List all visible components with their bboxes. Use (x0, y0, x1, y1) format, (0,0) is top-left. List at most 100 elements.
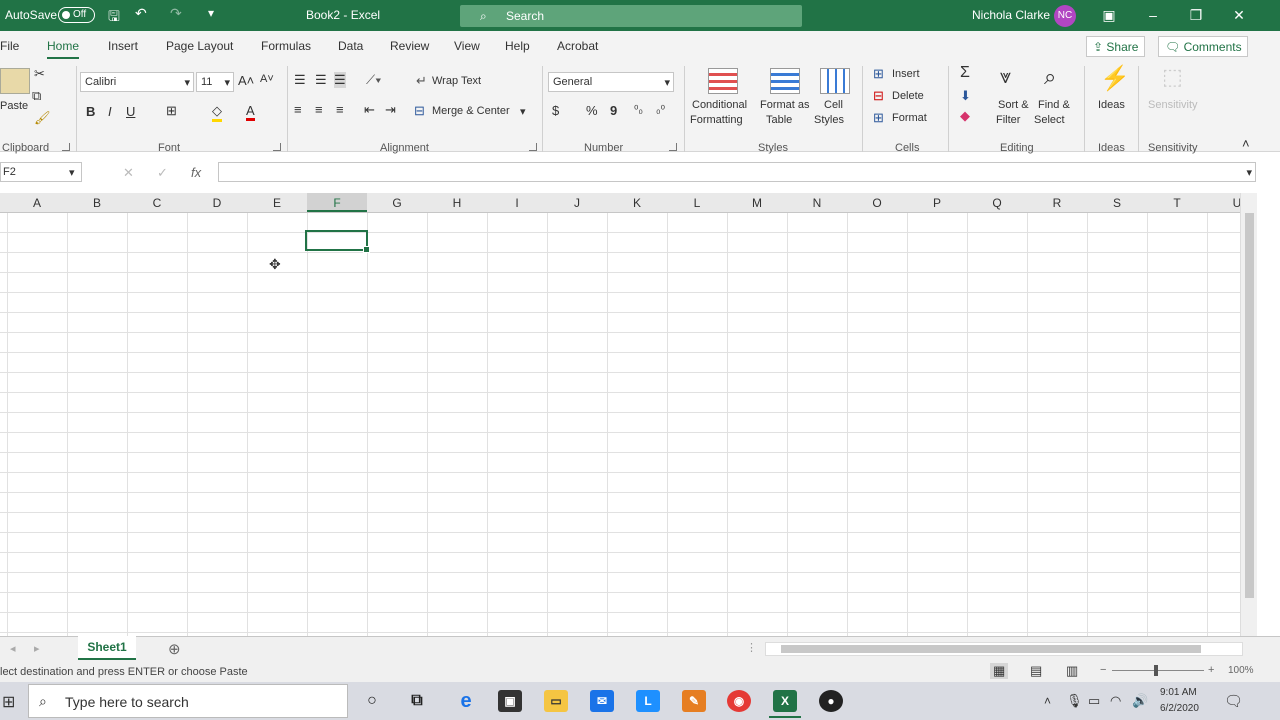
merge-center-button[interactable]: Merge & Center (432, 105, 510, 117)
tab-insert[interactable]: Insert (108, 39, 138, 53)
percent-button[interactable]: % (586, 103, 598, 118)
cell-styles-line2[interactable]: Styles (814, 114, 844, 126)
column-header-f[interactable]: F (307, 193, 367, 212)
page-break-view-icon[interactable]: ▥ (1066, 663, 1078, 679)
expand-formula-icon[interactable]: ▾ (1246, 166, 1252, 179)
column-header-e[interactable]: E (247, 196, 307, 210)
currency-button[interactable]: $ (552, 103, 559, 118)
format-as-table-line2[interactable]: Table (766, 114, 792, 126)
redo-icon[interactable]: ↷ (170, 5, 182, 22)
delete-cells-icon[interactable]: ⊟ (873, 88, 884, 104)
selected-cell[interactable] (305, 230, 370, 253)
tab-view[interactable]: View (454, 39, 480, 53)
battery-icon[interactable]: ▭ (1088, 693, 1100, 709)
column-header-k[interactable]: K (607, 196, 667, 210)
mail-icon[interactable]: ✉ (590, 690, 614, 712)
borders-icon[interactable]: ⊞ (166, 103, 177, 119)
align-bottom-icon[interactable]: ☰ (334, 72, 346, 88)
sort-filter-icon[interactable]: ⩔ (1000, 66, 1011, 89)
fill-icon[interactable]: ⬇ (960, 88, 971, 104)
tab-review[interactable]: Review (390, 39, 429, 53)
horizontal-scrollbar[interactable] (765, 642, 1243, 656)
clear-icon[interactable]: ◆ (960, 108, 970, 124)
volume-icon[interactable]: 🔊 (1132, 693, 1148, 709)
start-icon[interactable]: ⊞ (2, 692, 15, 712)
column-header-p[interactable]: P (907, 196, 967, 210)
maximize-icon[interactable]: ❐ (1186, 6, 1206, 24)
column-header-l[interactable]: L (667, 196, 727, 210)
autosum-button[interactable]: Σ (960, 64, 970, 82)
ideas-icon[interactable]: ⚡ (1100, 64, 1130, 93)
prev-sheet-icon[interactable]: ◂ (10, 642, 16, 655)
increase-decimal-icon[interactable]: ⁰₀ (634, 103, 643, 116)
wrap-text-button[interactable]: Wrap Text (432, 75, 481, 87)
column-header-t[interactable]: T (1147, 196, 1207, 210)
zoom-in-icon[interactable]: + (1208, 664, 1214, 676)
cancel-icon[interactable]: ✕ (123, 165, 134, 181)
save-icon[interactable]: 🖫 (108, 6, 120, 30)
zoom-out-icon[interactable]: − (1100, 664, 1106, 676)
obs-icon[interactable]: ● (819, 690, 843, 712)
column-header-i[interactable]: I (487, 196, 547, 210)
clipboard-launcher-icon[interactable] (62, 143, 70, 151)
store-icon[interactable]: ▣ (498, 690, 522, 712)
edge-icon[interactable]: e (454, 690, 478, 712)
column-header-q[interactable]: Q (967, 196, 1027, 210)
column-header-h[interactable]: H (427, 196, 487, 210)
decrease-indent-icon[interactable]: ⇤ (364, 102, 375, 118)
format-as-table-line1[interactable]: Format as (760, 99, 810, 111)
orientation-icon[interactable]: ⟋▾ (366, 72, 381, 88)
chrome-icon[interactable]: ◉ (727, 690, 751, 712)
font-launcher-icon[interactable] (273, 143, 281, 151)
bold-button[interactable]: B (86, 104, 95, 119)
column-header-j[interactable]: J (547, 196, 607, 210)
column-header-b[interactable]: B (67, 196, 127, 210)
format-cells-icon[interactable]: ⊞ (873, 110, 884, 126)
font-size-select[interactable]: 11 ▾ (196, 72, 234, 92)
cell-styles-icon[interactable] (820, 68, 850, 94)
align-top-icon[interactable]: ☰ (294, 72, 306, 88)
show-hidden-icons-icon[interactable]: ˄ (1044, 694, 1051, 708)
page-layout-view-icon[interactable]: ▤ (1030, 663, 1042, 679)
insert-cells-icon[interactable]: ⊞ (873, 66, 884, 82)
zoom-slider-thumb[interactable] (1154, 665, 1158, 676)
number-format-select[interactable]: General ▾ (548, 72, 674, 92)
format-as-table-icon[interactable] (770, 68, 800, 94)
tab-formulas[interactable]: Formulas (261, 39, 311, 53)
comma-button[interactable]: 9 (610, 103, 617, 118)
alignment-launcher-icon[interactable] (529, 143, 537, 151)
clock-time[interactable]: 9:01 AM (1160, 687, 1197, 698)
align-center-icon[interactable]: ≡ (315, 102, 323, 117)
zoom-level[interactable]: 100% (1228, 665, 1254, 676)
find-select-line2[interactable]: Select (1034, 114, 1065, 126)
format-painter-icon[interactable]: 🖌 (34, 110, 51, 126)
task-view-icon[interactable]: ⧉ (405, 690, 429, 712)
column-header-r[interactable]: R (1027, 196, 1087, 210)
share-button[interactable]: ⇪ Share (1086, 36, 1146, 57)
column-header-d[interactable]: D (187, 196, 247, 210)
column-header-g[interactable]: G (367, 196, 427, 210)
user-name[interactable]: Nichola Clarke (972, 8, 1050, 22)
split-handle-icon[interactable]: ⋮ (746, 641, 757, 654)
ribbon-display-icon[interactable]: ▣ (1099, 6, 1119, 24)
undo-icon[interactable]: ↶ (135, 5, 147, 22)
horizontal-scroll-thumb[interactable] (781, 645, 1201, 653)
tab-acrobat[interactable]: Acrobat (557, 39, 598, 53)
close-icon[interactable]: ✕ (1229, 6, 1249, 24)
insert-cells-button[interactable]: Insert (892, 68, 920, 80)
collapse-ribbon-icon[interactable]: ˄ (1242, 136, 1250, 151)
vertical-scroll-thumb[interactable] (1245, 213, 1254, 598)
decrease-decimal-icon[interactable]: ₀⁰ (656, 103, 665, 116)
font-color-icon[interactable]: A (246, 103, 255, 121)
delete-cells-button[interactable]: Delete (892, 90, 924, 102)
lync-icon[interactable]: L (636, 690, 660, 712)
worksheet-grid[interactable] (0, 213, 1240, 636)
ideas-button[interactable]: Ideas (1098, 99, 1125, 111)
tab-page-layout[interactable]: Page Layout (166, 39, 233, 53)
autosave-toggle[interactable]: Off (58, 7, 95, 23)
microphone-icon[interactable]: 🎙 (1066, 693, 1083, 709)
column-header-c[interactable]: C (127, 196, 187, 210)
cell-styles-line1[interactable]: Cell (824, 99, 843, 111)
decrease-font-icon[interactable]: A˅ (260, 73, 274, 85)
cut-icon[interactable]: ✂ (34, 66, 45, 82)
